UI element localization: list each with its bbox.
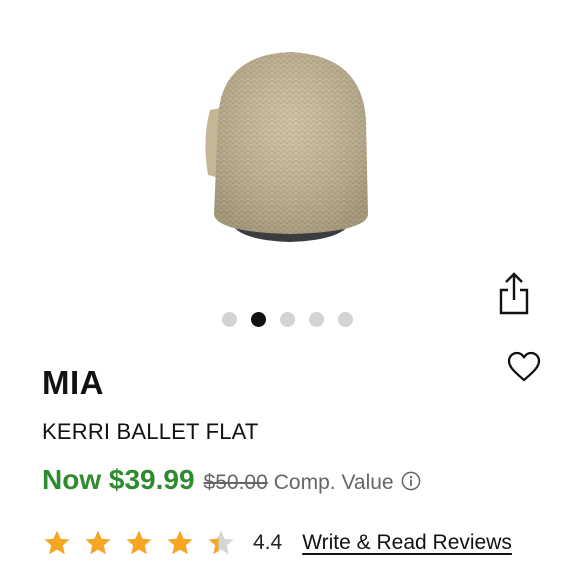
rating-row: 4.4 Write & Read Reviews	[42, 528, 512, 558]
rating-value: 4.4	[253, 531, 283, 554]
shoe-image	[205, 52, 368, 242]
star-icon	[208, 530, 234, 555]
product-name: KERRI BALLET FLAT	[42, 419, 259, 444]
brand-name: MIA	[42, 364, 104, 401]
carousel-dot[interactable]	[280, 311, 295, 327]
share-button[interactable]	[494, 270, 534, 320]
star-icon	[126, 530, 152, 555]
share-icon	[499, 272, 529, 315]
carousel-dot[interactable]	[222, 311, 237, 327]
favorite-button[interactable]	[506, 350, 542, 384]
original-price: $50.00	[203, 471, 268, 494]
carousel-dot[interactable]	[338, 311, 353, 327]
carousel-dot[interactable]	[309, 311, 324, 327]
carousel-dot[interactable]	[251, 311, 266, 327]
star-icon	[44, 530, 70, 555]
star-rating	[42, 528, 247, 558]
star-icon	[167, 530, 193, 555]
carousel-dots	[222, 310, 353, 328]
write-read-reviews-link[interactable]: Write & Read Reviews	[302, 531, 512, 555]
product-image[interactable]	[140, 0, 440, 270]
price-row: Now $39.99 $50.00 Comp. Value	[42, 464, 421, 496]
star-icon	[85, 530, 111, 555]
heart-icon	[507, 351, 541, 382]
info-icon[interactable]	[401, 471, 421, 491]
comp-value-label: Comp. Value	[273, 471, 394, 494]
sale-price: Now $39.99	[42, 464, 195, 495]
